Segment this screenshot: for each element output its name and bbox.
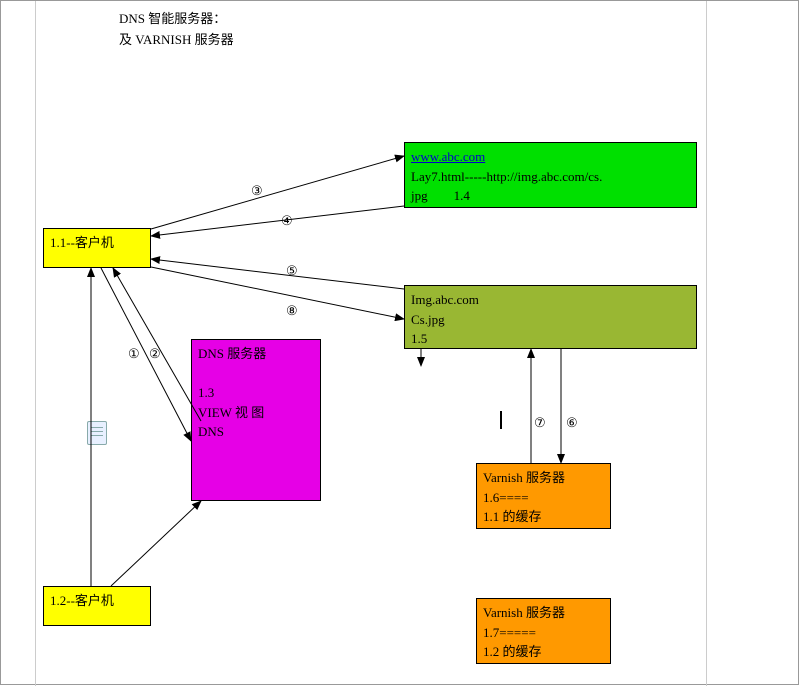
client1-label: 1.1--客户机 — [50, 235, 114, 250]
node-client-1-2: 1.2--客户机 — [43, 586, 151, 626]
img-line1: Img.abc.com — [411, 292, 479, 307]
dns-line4: DNS — [198, 424, 224, 439]
title-line1: DNS 智能服务器： — [119, 9, 234, 30]
title-line2: 及 VARNISH 服务器 — [119, 30, 234, 51]
margin-right — [706, 1, 707, 686]
node-varnish-1-6: Varnish 服务器 1.6==== 1.1 的缓存 — [476, 463, 611, 529]
text-cursor — [500, 411, 502, 429]
dns-line3: VIEW 视 图 — [198, 405, 264, 420]
label-8: ⑧ — [286, 303, 298, 319]
img-line2: Cs.jpg — [411, 312, 445, 327]
node-client-1-1: 1.1--客户机 — [43, 228, 151, 268]
web-url-link[interactable]: www.abc.com — [411, 149, 485, 164]
label-4: ④ — [281, 213, 293, 229]
diagram-title: DNS 智能服务器： 及 VARNISH 服务器 — [119, 9, 234, 51]
label-2: ② — [149, 346, 161, 362]
label-6: ⑥ — [566, 415, 578, 431]
dns-line2: 1.3 — [198, 385, 214, 400]
web-ip: 1.4 — [454, 188, 470, 203]
v2-line3: 1.2 的缓存 — [483, 644, 542, 659]
v1-line1: Varnish 服务器 — [483, 470, 565, 485]
web-line3a: jpg — [411, 188, 428, 203]
img-line3: 1.5 — [411, 331, 427, 346]
node-web-server: www.abc.com Lay7.html-----http://img.abc… — [404, 142, 697, 208]
label-5: ⑤ — [286, 263, 298, 279]
v1-line2: 1.6==== — [483, 490, 529, 505]
node-varnish-1-7: Varnish 服务器 1.7===== 1.2 的缓存 — [476, 598, 611, 664]
client2-label: 1.2--客户机 — [50, 593, 114, 608]
margin-left — [35, 1, 36, 686]
v2-line2: 1.7===== — [483, 625, 536, 640]
label-1: ① — [128, 346, 140, 362]
dns-line1: DNS 服务器 — [198, 346, 266, 361]
node-img-server: Img.abc.com Cs.jpg 1.5 — [404, 285, 697, 349]
v1-line3: 1.1 的缓存 — [483, 509, 542, 524]
label-3: ③ — [251, 183, 263, 199]
v2-line1: Varnish 服务器 — [483, 605, 565, 620]
document-icon — [87, 421, 107, 445]
node-dns-server: DNS 服务器 1.3 VIEW 视 图 DNS — [191, 339, 321, 501]
label-7: ⑦ — [534, 415, 546, 431]
web-line2: Lay7.html-----http://img.abc.com/cs. — [411, 169, 602, 184]
